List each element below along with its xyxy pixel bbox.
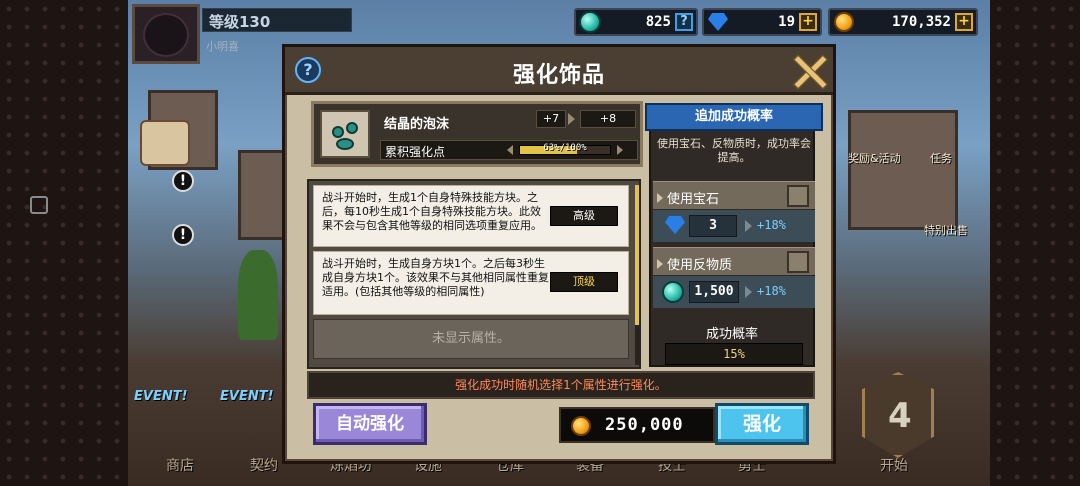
effect-description: 战斗开始时，生成1个自身特殊技能方块。之后，每10秒生成1个自身特殊技能方块。此…	[322, 191, 542, 232]
gold-coin-icon	[571, 416, 591, 436]
currency-diamond: 19 +	[702, 8, 822, 36]
nav-start[interactable]: 开始	[880, 455, 908, 475]
success-rate-value: 15%	[665, 343, 803, 365]
nav-shop[interactable]: 商店	[166, 455, 194, 475]
effect-grade-badge: 顶级	[550, 272, 618, 292]
quest-label[interactable]: 任务	[930, 150, 952, 166]
foam-crystal-item-icon[interactable]	[320, 110, 370, 158]
arrow-right-icon	[745, 286, 752, 298]
arrow-right-icon	[657, 193, 663, 203]
right-ornament-border	[990, 0, 1080, 486]
player-name: 小明喜	[206, 40, 239, 53]
teal-gem-icon	[579, 11, 601, 33]
enhance-points-label: 累积强化点	[385, 145, 446, 159]
bonus-rate-panel: 追加成功概率 使用宝石、反物质时，成功率会提高。 使用宝石 3 +18% 使用反…	[645, 103, 823, 367]
system-overlay-square-icon[interactable]	[30, 196, 48, 214]
auto-enhance-button[interactable]: 自动强化	[313, 403, 427, 445]
enhance-notice: 强化成功时随机选择1个属性进行强化。	[307, 371, 815, 399]
current-level: +7	[536, 110, 566, 128]
arrow-right-icon	[568, 113, 575, 125]
antimatter-amount-row: 1,500 +18%	[653, 276, 815, 308]
enhance-cost: 250,000	[559, 407, 715, 443]
player-level: 等级130	[202, 8, 352, 32]
diamond-add-button[interactable]: +	[799, 13, 817, 31]
teal-gem-help-button[interactable]: ?	[675, 13, 693, 31]
diamond-amount: 19	[778, 14, 795, 30]
arrow-left-icon	[507, 145, 513, 155]
bubble-shape	[336, 138, 354, 150]
player-avatar[interactable]	[132, 4, 200, 64]
effect-item: 战斗开始时，生成自身方块1个。之后每3秒生成自身方块1个。该效果不与其他相同属性…	[313, 251, 629, 315]
enhance-accessory-dialog: ? 强化饰品 结晶的泡沫 +7 +8 累积强化点 63%/100% 战斗开始时，…	[282, 44, 836, 464]
close-icon[interactable]	[791, 53, 827, 89]
gem-bonus-rate: +18%	[757, 218, 786, 232]
success-rate-label: 成功概率	[705, 327, 758, 342]
special-sale-label[interactable]: 特别出售	[924, 222, 968, 238]
item-name: 结晶的泡沫	[384, 117, 450, 132]
alert-badge-icon: !	[172, 170, 194, 192]
effect-description: 战斗开始时，生成自身方块1个。之后每3秒生成自身方块1个。该效果不与其他相同属性…	[322, 257, 549, 298]
use-antimatter-label: 使用反物质	[657, 254, 732, 273]
currency-gold: 170,352 +	[828, 8, 978, 36]
effect-list[interactable]: 战斗开始时，生成1个自身特殊技能方块。之后，每10秒生成1个自身特殊技能方块。此…	[307, 179, 641, 369]
use-antimatter-row[interactable]: 使用反物质	[653, 247, 815, 275]
antimatter-bonus-rate: +18%	[757, 284, 786, 298]
gold-amount: 170,352	[891, 14, 951, 30]
antimatter-amount[interactable]: 1,500	[689, 281, 739, 303]
building	[848, 110, 958, 230]
dialog-title: 强化饰品	[512, 63, 605, 88]
gem-amount-row: 3 +18%	[653, 210, 815, 242]
scrollbar-thumb[interactable]	[635, 185, 639, 325]
bonus-title-ribbon: 追加成功概率	[645, 103, 823, 131]
blue-diamond-icon	[708, 13, 728, 31]
enhance-button[interactable]: 强化	[715, 403, 809, 445]
rewards-events-label[interactable]: 奖励&活动	[848, 150, 901, 166]
use-gem-text: 使用宝石	[667, 192, 720, 207]
dialog-header: ? 强化饰品	[285, 47, 833, 95]
event-tag: EVENT!	[220, 389, 274, 404]
teal-gem-amount: 825	[645, 14, 671, 30]
antimatter-icon	[662, 281, 684, 303]
use-gem-checkbox[interactable]	[787, 185, 809, 207]
bubble-shape	[346, 122, 358, 134]
enhance-cost-value: 250,000	[605, 415, 684, 435]
gem-amount[interactable]: 3	[689, 215, 737, 237]
enhance-points-row: 累积强化点 63%/100%	[380, 140, 638, 160]
bubble-shape	[332, 126, 344, 138]
start-stage-number: 4	[888, 396, 912, 436]
alert-badge-icon: !	[172, 224, 194, 246]
event-tag: EVENT!	[134, 389, 188, 404]
use-gem-row[interactable]: 使用宝石	[653, 181, 815, 209]
tree	[238, 250, 278, 340]
left-ornament-border	[0, 0, 128, 486]
arrow-right-icon	[745, 220, 752, 232]
nav-contract[interactable]: 契约	[250, 455, 278, 475]
effect-grade-badge: 高级	[550, 206, 618, 226]
gold-add-button[interactable]: +	[955, 13, 973, 31]
item-card: 结晶的泡沫 +7 +8 累积强化点 63%/100%	[311, 101, 643, 167]
arrow-right-icon	[617, 145, 623, 155]
mail-icon[interactable]	[140, 120, 190, 166]
enhance-progress-text: 63%/100%	[543, 143, 587, 153]
arrow-right-icon	[657, 259, 663, 269]
next-level: +8	[580, 110, 636, 128]
use-antimatter-text: 使用反物质	[667, 258, 733, 273]
avatar-face-icon	[143, 13, 189, 57]
use-gem-label: 使用宝石	[657, 188, 719, 207]
gold-coin-icon	[834, 12, 854, 32]
bonus-description: 使用宝石、反物质时，成功率会提高。	[657, 137, 811, 164]
hidden-effect-placeholder: 未显示属性。	[313, 319, 629, 359]
blue-diamond-icon	[665, 216, 685, 234]
effect-item: 战斗开始时，生成1个自身特殊技能方块。之后，每10秒生成1个自身特殊技能方块。此…	[313, 185, 629, 247]
use-antimatter-checkbox[interactable]	[787, 251, 809, 273]
currency-teal-gem: 825 ?	[574, 8, 698, 36]
